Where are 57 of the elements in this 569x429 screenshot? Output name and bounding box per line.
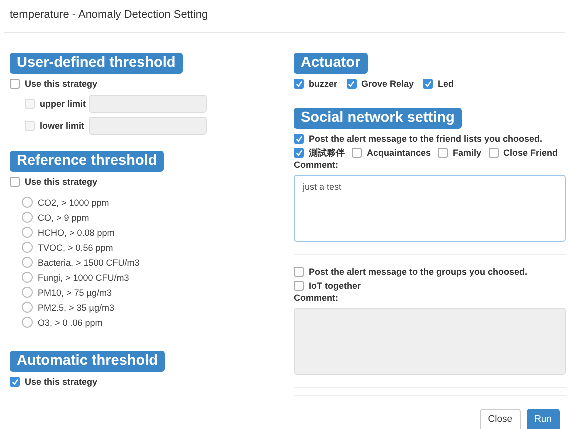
checkbox[interactable] bbox=[10, 79, 20, 89]
radio-label: Fungi, > 1000 CFU/m3 bbox=[38, 272, 130, 282]
checkbox[interactable] bbox=[346, 79, 357, 89]
section-heading: Social network setting bbox=[294, 108, 462, 129]
checkbox[interactable] bbox=[10, 377, 20, 387]
checkbox-label: lower limit bbox=[40, 121, 85, 131]
radio-label: HCHO, > 0.08 ppm bbox=[38, 228, 115, 238]
checkbox[interactable] bbox=[294, 79, 304, 89]
checkbox[interactable] bbox=[10, 177, 20, 187]
section-heading: Actuator bbox=[294, 53, 368, 74]
checkbox-label: Close Friend bbox=[504, 148, 558, 158]
section-heading: Reference threshold bbox=[10, 151, 164, 172]
checkbox[interactable] bbox=[352, 148, 362, 158]
radio-label: PM10, > 75 µg/m3 bbox=[38, 288, 112, 298]
checkbox-label: Family bbox=[453, 148, 482, 158]
section-heading: Automatic threshold bbox=[10, 351, 165, 372]
comment-label: Comment: bbox=[294, 293, 340, 305]
checkbox-label: upper limit bbox=[40, 99, 86, 109]
radio-button[interactable] bbox=[22, 257, 33, 268]
checkbox-label: Use this strategy bbox=[25, 377, 98, 387]
checkbox[interactable] bbox=[294, 148, 304, 158]
radio-button[interactable] bbox=[22, 302, 33, 313]
section-heading: User-defined threshold bbox=[10, 53, 183, 74]
radio-label: CO, > 9 ppm bbox=[38, 212, 90, 222]
radio-button[interactable] bbox=[22, 227, 33, 238]
checkbox-label: 測試夥伴 bbox=[309, 146, 345, 160]
checkbox[interactable] bbox=[423, 79, 434, 89]
checkbox-label: Use this strategy bbox=[25, 79, 98, 89]
checkbox-label: Acquaintances bbox=[367, 148, 432, 158]
radio-button[interactable] bbox=[22, 212, 33, 223]
radio-label: CO2, > 1000 ppm bbox=[38, 198, 110, 208]
comment-label: Comment: bbox=[294, 160, 340, 172]
checkbox[interactable] bbox=[294, 267, 304, 277]
checkbox-label: Grove Relay bbox=[362, 79, 414, 89]
dialog-title: temperature - Anomaly Detection Setting bbox=[9, 8, 210, 23]
checkbox-label: buzzer bbox=[309, 79, 338, 89]
run-button[interactable]: Run bbox=[526, 409, 560, 429]
radio-label: Bacteria, > 1500 CFU/m3 bbox=[38, 258, 140, 268]
comment-field[interactable]: just a test bbox=[294, 175, 566, 242]
radio-button[interactable] bbox=[22, 242, 33, 253]
checkbox-label: IoT together bbox=[309, 281, 361, 291]
radio-button[interactable] bbox=[22, 317, 33, 328]
checkbox[interactable] bbox=[438, 148, 448, 158]
checkbox[interactable] bbox=[294, 281, 304, 291]
radio-label: PM2.5, > 35 µg/m3 bbox=[38, 302, 114, 312]
close-button[interactable]: Close bbox=[480, 409, 521, 429]
radio-button[interactable] bbox=[22, 197, 33, 208]
radio-label: O3, > 0 .06 ppm bbox=[38, 318, 103, 328]
radio-button[interactable] bbox=[22, 287, 33, 298]
checkbox[interactable] bbox=[488, 148, 499, 158]
radio-button[interactable] bbox=[22, 272, 33, 283]
checkbox-label: Led bbox=[438, 79, 454, 89]
checkbox-label: Post the alert message to the groups you choosed. bbox=[309, 267, 528, 277]
checkbox-label: Use this strategy bbox=[25, 177, 98, 187]
checkbox-label: Post the alert message to the friend lists you choosed. bbox=[309, 134, 543, 144]
checkbox[interactable] bbox=[294, 134, 304, 144]
radio-label: TVOC, > 0.56 ppm bbox=[38, 242, 114, 252]
